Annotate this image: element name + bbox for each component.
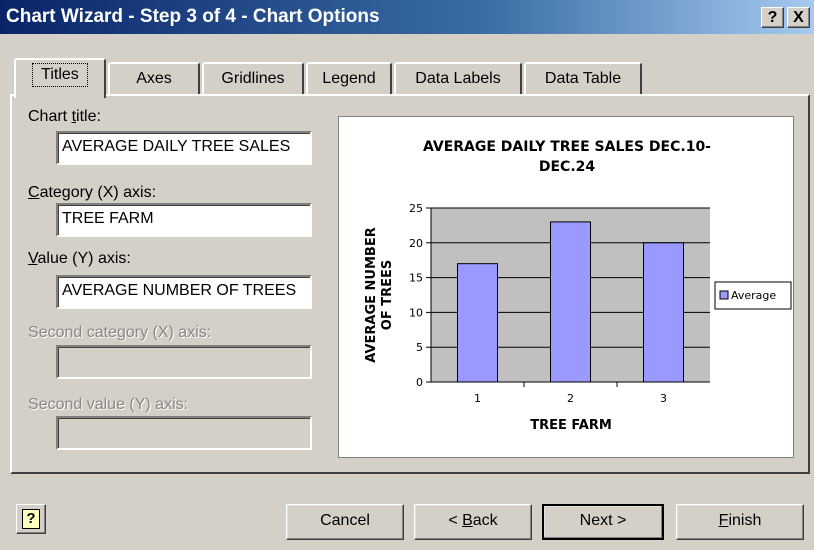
second-value-y-axis-input <box>56 416 312 450</box>
category-x-axis-input[interactable]: TREE FARM <box>56 203 312 237</box>
x-axis-title: TREE FARM <box>530 418 612 433</box>
help-title-button[interactable]: ? <box>761 7 784 28</box>
chart-svg: AVERAGE DAILY TREE SALES DEC.10- DEC.24 0 5… <box>364 139 792 433</box>
legend-label: Average <box>731 289 776 302</box>
chart-title-label: Chart title: <box>28 108 101 125</box>
tab-label: Titles <box>32 63 88 87</box>
tab-gridlines[interactable]: Gridlines <box>202 62 304 96</box>
tab-label: Axes <box>136 70 172 87</box>
second-value-y-axis-label: Second value (Y) axis: <box>28 396 189 413</box>
title-bar: Chart Wizard - Step 3 of 4 - Chart Optio… <box>0 0 814 34</box>
value-y-axis-label: Value (Y) axis: <box>28 250 131 267</box>
value-y-axis-input[interactable]: AVERAGE NUMBER OF TREES <box>56 275 312 309</box>
category-x-axis-label: Category (X) axis: <box>28 184 157 201</box>
second-category-x-axis-input <box>56 345 312 379</box>
tab-axes[interactable]: Axes <box>108 62 200 96</box>
chart-title-line: DEC.24 <box>539 159 596 175</box>
tab-label: Legend <box>322 70 376 87</box>
tab-label: Gridlines <box>221 70 285 87</box>
finish-button[interactable]: Finish <box>676 504 804 540</box>
y-axis-title-line: AVERAGE NUMBER <box>364 227 379 362</box>
cancel-button[interactable]: Cancel <box>286 504 404 540</box>
x-tick-label: 2 <box>567 392 574 405</box>
x-tick-label: 3 <box>660 392 667 405</box>
window-title: Chart Wizard - Step 3 of 4 - Chart Optio… <box>6 6 380 27</box>
y-axis-title-line: OF TREES <box>380 260 395 330</box>
close-button[interactable]: X <box>787 7 810 28</box>
x-tick-label: 1 <box>474 392 481 405</box>
y-tick-label: 20 <box>409 237 423 250</box>
next-button[interactable]: Next > <box>542 504 664 540</box>
bar <box>643 242 684 383</box>
chart-title-line: AVERAGE DAILY TREE SALES DEC.10- <box>423 139 711 155</box>
bar <box>457 263 498 383</box>
tab-data-table[interactable]: Data Table <box>524 62 642 96</box>
second-category-x-axis-label: Second category (X) axis: <box>28 324 212 341</box>
y-tick-label: 5 <box>416 341 423 354</box>
y-tick-label: 15 <box>409 272 423 285</box>
tab-label: Data Table <box>544 70 622 87</box>
y-tick-label: 0 <box>416 376 423 389</box>
y-tick-label: 10 <box>409 306 423 319</box>
tab-label: Data Labels <box>415 70 501 87</box>
bar <box>550 221 591 383</box>
tab-data-labels[interactable]: Data Labels <box>394 62 522 96</box>
help-icon: ? <box>22 509 40 529</box>
chart-title-input[interactable]: AVERAGE DAILY TREE SALES <box>56 131 312 165</box>
tab-legend[interactable]: Legend <box>306 62 392 96</box>
y-tick-label: 25 <box>409 202 423 215</box>
tab-titles[interactable]: Titles <box>14 58 106 98</box>
back-button[interactable]: < Back <box>414 504 532 540</box>
legend-swatch <box>719 290 729 300</box>
help-button[interactable]: ? <box>16 504 46 534</box>
chart-preview: AVERAGE DAILY TREE SALES DEC.10- DEC.24 0 5… <box>338 116 794 458</box>
